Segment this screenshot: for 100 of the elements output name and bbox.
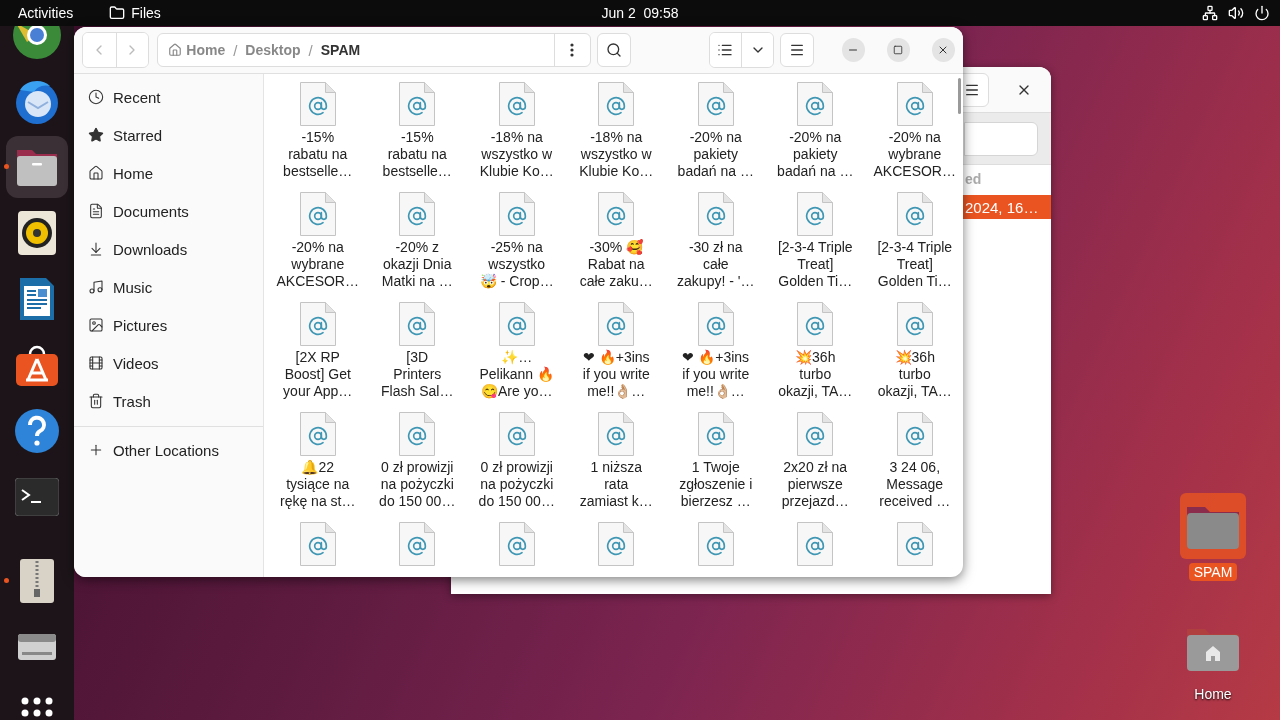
- document-icon[interactable]: [18, 276, 56, 322]
- email-file-icon[interactable]: [497, 411, 536, 457]
- search-button[interactable]: [596, 33, 631, 67]
- trash-icon: [88, 393, 104, 409]
- file-name: -30 zł na całe zakupy! - '…: [676, 239, 756, 290]
- email-file-icon[interactable]: [696, 521, 735, 567]
- maximize-button[interactable]: [886, 38, 910, 62]
- film-icon: [88, 355, 104, 371]
- path-crumb[interactable]: SPAM: [320, 42, 361, 58]
- minimize-button[interactable]: [841, 38, 865, 62]
- activities-button[interactable]: Activities: [18, 5, 74, 21]
- email-file-icon[interactable]: [895, 411, 934, 457]
- scrollbar[interactable]: [958, 78, 961, 114]
- zipper-file-icon[interactable]: [20, 559, 54, 603]
- sidebar-label: Pictures: [113, 316, 168, 334]
- email-file-icon[interactable]: [497, 191, 536, 237]
- file-name: 💥36h turbo okazji, TA…: [777, 349, 854, 400]
- list-icon: [717, 42, 734, 58]
- folder-icon: [109, 5, 126, 21]
- email-file-icon[interactable]: [597, 191, 636, 237]
- file-name: [3D Printers Flash Sal…: [380, 349, 455, 400]
- sidebar-item[interactable]: Music: [74, 268, 263, 306]
- sidebar-label: Trash: [113, 392, 151, 410]
- network-icon[interactable]: [1202, 5, 1218, 21]
- email-file-icon[interactable]: [796, 191, 835, 237]
- file-name: -18% na wszystko w Klubie Ko…: [478, 129, 555, 180]
- view-options-button[interactable]: [741, 33, 773, 67]
- email-file-icon[interactable]: [398, 191, 437, 237]
- file-name: -15% rabatu na bestselle…: [282, 129, 354, 180]
- file-name: 1 Twoje zgłoszenie i bierzesz …: [678, 459, 754, 510]
- sidebar-item[interactable]: Videos: [74, 344, 263, 382]
- power-icon[interactable]: [1254, 5, 1270, 21]
- desktop-icon-label[interactable]: SPAM: [1188, 563, 1238, 581]
- help-icon[interactable]: [14, 408, 60, 454]
- email-file-icon[interactable]: [696, 411, 735, 457]
- path-crumb[interactable]: Home: [168, 42, 226, 58]
- email-file-icon[interactable]: [298, 411, 337, 457]
- clock-icon: [88, 89, 104, 105]
- email-file-icon[interactable]: [398, 81, 437, 127]
- email-file-icon[interactable]: [597, 411, 636, 457]
- sidebar-item[interactable]: Pictures: [74, 306, 263, 344]
- email-file-icon[interactable]: [497, 521, 536, 567]
- sidebar-label: Starred: [113, 126, 163, 144]
- email-file-icon[interactable]: [696, 191, 735, 237]
- file-name: [2-3-4 Triple Treat] Golden Ti…: [876, 239, 954, 290]
- email-file-icon[interactable]: [298, 521, 337, 567]
- sidebar-item[interactable]: Downloads: [74, 230, 263, 268]
- email-file-icon[interactable]: [398, 411, 437, 457]
- sidebar-item[interactable]: Starred: [74, 116, 263, 154]
- clock[interactable]: Jun 2 09:58: [601, 5, 679, 21]
- search-field[interactable]: [964, 121, 1038, 156]
- path-separator: /: [308, 41, 313, 59]
- email-file-icon[interactable]: [497, 81, 536, 127]
- path-separator: /: [233, 41, 238, 59]
- file-name: 0 zł prowizji na pożyczki do 150 00…: [378, 459, 457, 510]
- email-file-icon[interactable]: [895, 191, 934, 237]
- desktop-icon-label[interactable]: Home: [1189, 685, 1237, 703]
- email-file-icon[interactable]: [796, 521, 835, 567]
- email-file-icon[interactable]: [895, 81, 934, 127]
- list-view-button[interactable]: [709, 33, 742, 67]
- star-icon: [88, 127, 104, 143]
- app-menu[interactable]: Files: [131, 5, 161, 21]
- email-file-icon[interactable]: [298, 191, 337, 237]
- download-icon: [88, 241, 104, 257]
- email-file-icon[interactable]: [398, 301, 437, 347]
- email-file-icon[interactable]: [298, 301, 337, 347]
- email-file-icon[interactable]: [597, 301, 636, 347]
- path-crumb[interactable]: Desktop: [245, 42, 301, 58]
- email-file-icon[interactable]: [398, 521, 437, 567]
- menu-icon: [788, 42, 805, 58]
- email-file-icon[interactable]: [497, 301, 536, 347]
- sidebar-item[interactable]: Documents: [74, 192, 263, 230]
- picture-icon: [88, 317, 104, 333]
- volume-icon[interactable]: [1228, 5, 1244, 21]
- email-file-icon[interactable]: [597, 81, 636, 127]
- email-file-icon[interactable]: [696, 81, 735, 127]
- sidebar-label: Recent: [113, 88, 161, 106]
- close-button[interactable]: [931, 38, 955, 62]
- sidebar-item[interactable]: Other Locations: [74, 431, 263, 469]
- file-name: -20% na pakiety badań na …: [676, 129, 755, 180]
- email-file-icon[interactable]: [796, 411, 835, 457]
- terminal-icon[interactable]: [15, 478, 59, 516]
- menu-button[interactable]: [779, 33, 814, 67]
- sidebar-item[interactable]: Home: [74, 154, 263, 192]
- sidebar-item[interactable]: Recent: [74, 78, 263, 116]
- email-file-icon[interactable]: [796, 301, 835, 347]
- email-file-icon[interactable]: [796, 81, 835, 127]
- file-name: ✨… Pelikann 🔥 😋Are yo…: [478, 349, 556, 400]
- speaker-icon[interactable]: [18, 211, 56, 255]
- email-file-icon[interactable]: [895, 301, 934, 347]
- selected-row[interactable]: 2024, 16…: [963, 195, 1051, 219]
- home-icon: [88, 165, 104, 181]
- sidebar-item[interactable]: Trash: [74, 382, 263, 420]
- email-file-icon[interactable]: [298, 81, 337, 127]
- email-file-icon[interactable]: [895, 521, 934, 567]
- dock-item-highlight[interactable]: [6, 136, 68, 198]
- email-file-icon[interactable]: [696, 301, 735, 347]
- file-name: ❤ 🔥+3ins if you write me!!👌🏼…: [681, 349, 751, 400]
- email-file-icon[interactable]: [597, 521, 636, 567]
- maximize-icon: [893, 45, 904, 55]
